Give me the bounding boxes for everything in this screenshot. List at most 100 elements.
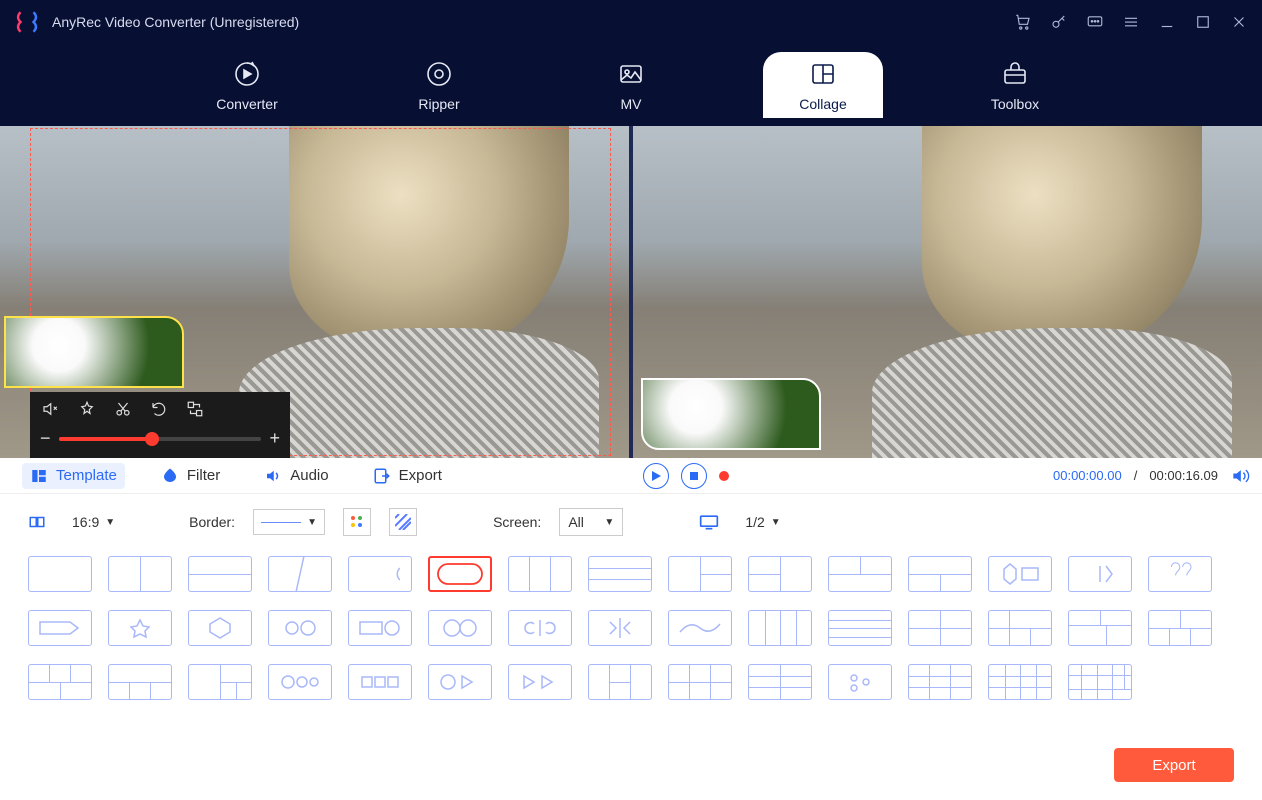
main-nav: Converter Ripper MV Collage Toolbox [0, 44, 1262, 126]
effects-icon[interactable] [78, 400, 96, 418]
template-item[interactable] [828, 664, 892, 700]
template-item[interactable] [908, 556, 972, 592]
nav-ripper[interactable]: Ripper [379, 52, 499, 118]
template-item[interactable] [668, 664, 732, 700]
screen-label: Screen: [493, 514, 541, 530]
template-item[interactable] [108, 610, 172, 646]
template-item[interactable] [428, 664, 492, 700]
template-item[interactable] [108, 556, 172, 592]
screen-dropdown[interactable]: All ▼ [559, 508, 623, 536]
template-item[interactable] [748, 664, 812, 700]
pip-overlay[interactable] [4, 316, 184, 388]
template-item[interactable] [28, 556, 92, 592]
template-item-selected[interactable] [428, 556, 492, 592]
aspect-value: 16:9 [72, 514, 99, 530]
template-item[interactable] [348, 556, 412, 592]
template-item[interactable] [508, 664, 572, 700]
template-item[interactable] [28, 664, 92, 700]
app-logo [14, 9, 40, 35]
border-style-dropdown[interactable]: ▼ [253, 509, 325, 535]
undo-icon[interactable] [150, 400, 168, 418]
template-item[interactable] [588, 664, 652, 700]
tab-export[interactable]: Export [365, 463, 450, 489]
mute-icon[interactable] [40, 400, 60, 418]
editor-preview-right [633, 126, 1262, 458]
tab-audio[interactable]: Audio [256, 463, 336, 489]
template-item[interactable] [828, 610, 892, 646]
editor-row: − + [0, 126, 1262, 458]
template-item[interactable] [1148, 556, 1212, 592]
template-item[interactable] [588, 610, 652, 646]
feedback-icon[interactable] [1086, 13, 1104, 31]
stop-button[interactable] [681, 463, 707, 489]
maximize-icon[interactable] [1194, 13, 1212, 31]
time-sep: / [1134, 468, 1138, 483]
zoom-slider[interactable] [59, 437, 262, 441]
template-item[interactable] [188, 664, 252, 700]
template-item[interactable] [828, 556, 892, 592]
export-button[interactable]: Export [1114, 748, 1234, 782]
border-color-button[interactable] [343, 508, 371, 536]
template-grid [0, 550, 1262, 706]
close-icon[interactable] [1230, 13, 1248, 31]
template-item[interactable] [188, 610, 252, 646]
template-item[interactable] [908, 610, 972, 646]
template-item[interactable] [428, 610, 492, 646]
template-item[interactable] [748, 610, 812, 646]
minimize-icon[interactable] [1158, 13, 1176, 31]
zoom-in[interactable]: + [269, 428, 280, 449]
nav-mv[interactable]: MV [571, 52, 691, 118]
record-indicator[interactable] [719, 471, 729, 481]
play-button[interactable] [643, 463, 669, 489]
options-row: 16:9 ▼ Border: ▼ Screen: All ▼ 1/2 ▼ [0, 494, 1262, 550]
template-item[interactable] [988, 556, 1052, 592]
template-item[interactable] [668, 610, 732, 646]
editor-canvas-left[interactable]: − + [0, 126, 633, 458]
template-item[interactable] [1068, 664, 1132, 700]
tab-label: Audio [290, 467, 328, 484]
template-item[interactable] [988, 610, 1052, 646]
cart-icon[interactable] [1014, 13, 1032, 31]
template-item[interactable] [508, 556, 572, 592]
template-item[interactable] [188, 556, 252, 592]
tab-filter[interactable]: Filter [153, 463, 228, 489]
nav-converter[interactable]: Converter [187, 52, 307, 118]
tab-template[interactable]: Template [22, 463, 125, 489]
time-current: 00:00:00.00 [1053, 468, 1122, 483]
template-item[interactable] [28, 610, 92, 646]
aspect-dropdown[interactable]: 16:9 ▼ [64, 510, 123, 534]
nav-label: Ripper [418, 96, 459, 112]
zoom-out[interactable]: − [40, 428, 51, 449]
template-item[interactable] [1068, 610, 1132, 646]
template-item[interactable] [1148, 610, 1212, 646]
menu-icon[interactable] [1122, 13, 1140, 31]
overlay-controls: − + [30, 392, 290, 458]
playback-bar: 00:00:00.00/00:00:16.09 [631, 458, 1262, 494]
template-item[interactable] [748, 556, 812, 592]
volume-icon[interactable] [1230, 466, 1250, 486]
template-item[interactable] [268, 556, 332, 592]
pip-preview [641, 378, 821, 450]
nav-label: Toolbox [991, 96, 1039, 112]
template-item[interactable] [588, 556, 652, 592]
template-item[interactable] [268, 610, 332, 646]
border-label: Border: [189, 514, 235, 530]
template-item[interactable] [348, 610, 412, 646]
template-item[interactable] [108, 664, 172, 700]
tab-label: Filter [187, 467, 220, 484]
key-icon[interactable] [1050, 13, 1068, 31]
chevron-down-icon: ▼ [604, 517, 614, 528]
template-item[interactable] [908, 664, 972, 700]
template-item[interactable] [988, 664, 1052, 700]
template-item[interactable] [508, 610, 572, 646]
cut-icon[interactable] [114, 400, 132, 418]
swap-icon[interactable] [186, 400, 204, 418]
template-item[interactable] [668, 556, 732, 592]
template-item[interactable] [348, 664, 412, 700]
border-pattern-button[interactable] [389, 508, 417, 536]
template-item[interactable] [1068, 556, 1132, 592]
nav-collage[interactable]: Collage [763, 52, 883, 118]
split-dropdown[interactable]: 1/2 ▼ [737, 510, 788, 534]
template-item[interactable] [268, 664, 332, 700]
nav-toolbox[interactable]: Toolbox [955, 52, 1075, 118]
